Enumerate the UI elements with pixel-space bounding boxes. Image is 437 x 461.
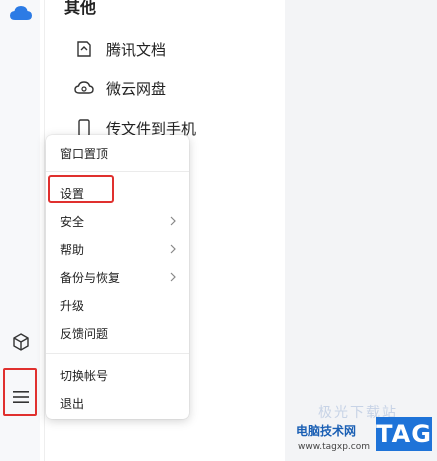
panel-item-label: 微云网盘 xyxy=(106,79,167,98)
section-title: 其他 xyxy=(64,0,97,17)
cube-icon[interactable] xyxy=(10,331,32,353)
menu-item-feedback[interactable]: 反馈问题 xyxy=(60,322,178,344)
watermark-tag-logo: TAG xyxy=(376,417,432,451)
weiyun-cloud-icon xyxy=(74,78,94,98)
menu-divider xyxy=(46,171,189,172)
menu-item-backup-restore[interactable]: 备份与恢复 xyxy=(60,266,178,288)
menu-item-label: 帮助 xyxy=(60,242,85,257)
menu-item-label: 安全 xyxy=(60,214,85,229)
menu-item-label: 切换帐号 xyxy=(60,368,109,383)
menu-item-label: 退出 xyxy=(60,396,85,411)
menu-item-security[interactable]: 安全 xyxy=(60,210,178,232)
panel-bottom xyxy=(45,446,285,461)
menu-item-pin-window[interactable]: 窗口置顶 xyxy=(60,142,178,164)
panel-item-weiyun[interactable]: 微云网盘 xyxy=(74,76,166,100)
menu-item-switch-account[interactable]: 切换帐号 xyxy=(60,364,178,386)
menu-item-exit[interactable]: 退出 xyxy=(60,392,178,414)
cloud-icon[interactable] xyxy=(10,2,32,24)
menu-item-label: 升级 xyxy=(60,298,85,313)
watermark-url: www.tagxp.com xyxy=(298,442,370,452)
main-content-area xyxy=(285,0,437,461)
panel-item-label: 腾讯文档 xyxy=(106,40,167,59)
menu-item-label: 窗口置顶 xyxy=(60,146,109,161)
menu-item-label: 反馈问题 xyxy=(60,326,109,341)
chevron-right-icon xyxy=(168,216,178,226)
menu-item-help[interactable]: 帮助 xyxy=(60,238,178,260)
menu-divider xyxy=(46,353,189,354)
chevron-right-icon xyxy=(168,244,178,254)
menu-button-highlight xyxy=(3,368,37,416)
chevron-right-icon xyxy=(168,272,178,282)
menu-item-label: 备份与恢复 xyxy=(60,270,121,285)
main-menu-popup: 窗口置顶 设置 安全 帮助 备份与恢复 升级 反馈问题 切换帐号 退出 xyxy=(46,135,189,419)
tencent-docs-icon xyxy=(74,39,94,59)
watermark: 极光下载站 电脑技术网 www.tagxp.com TAG xyxy=(278,405,437,461)
panel-item-tencent-docs[interactable]: 腾讯文档 xyxy=(74,37,166,61)
settings-highlight xyxy=(48,175,114,203)
menu-item-upgrade[interactable]: 升级 xyxy=(60,294,178,316)
watermark-brand: 电脑技术网 xyxy=(296,424,357,438)
